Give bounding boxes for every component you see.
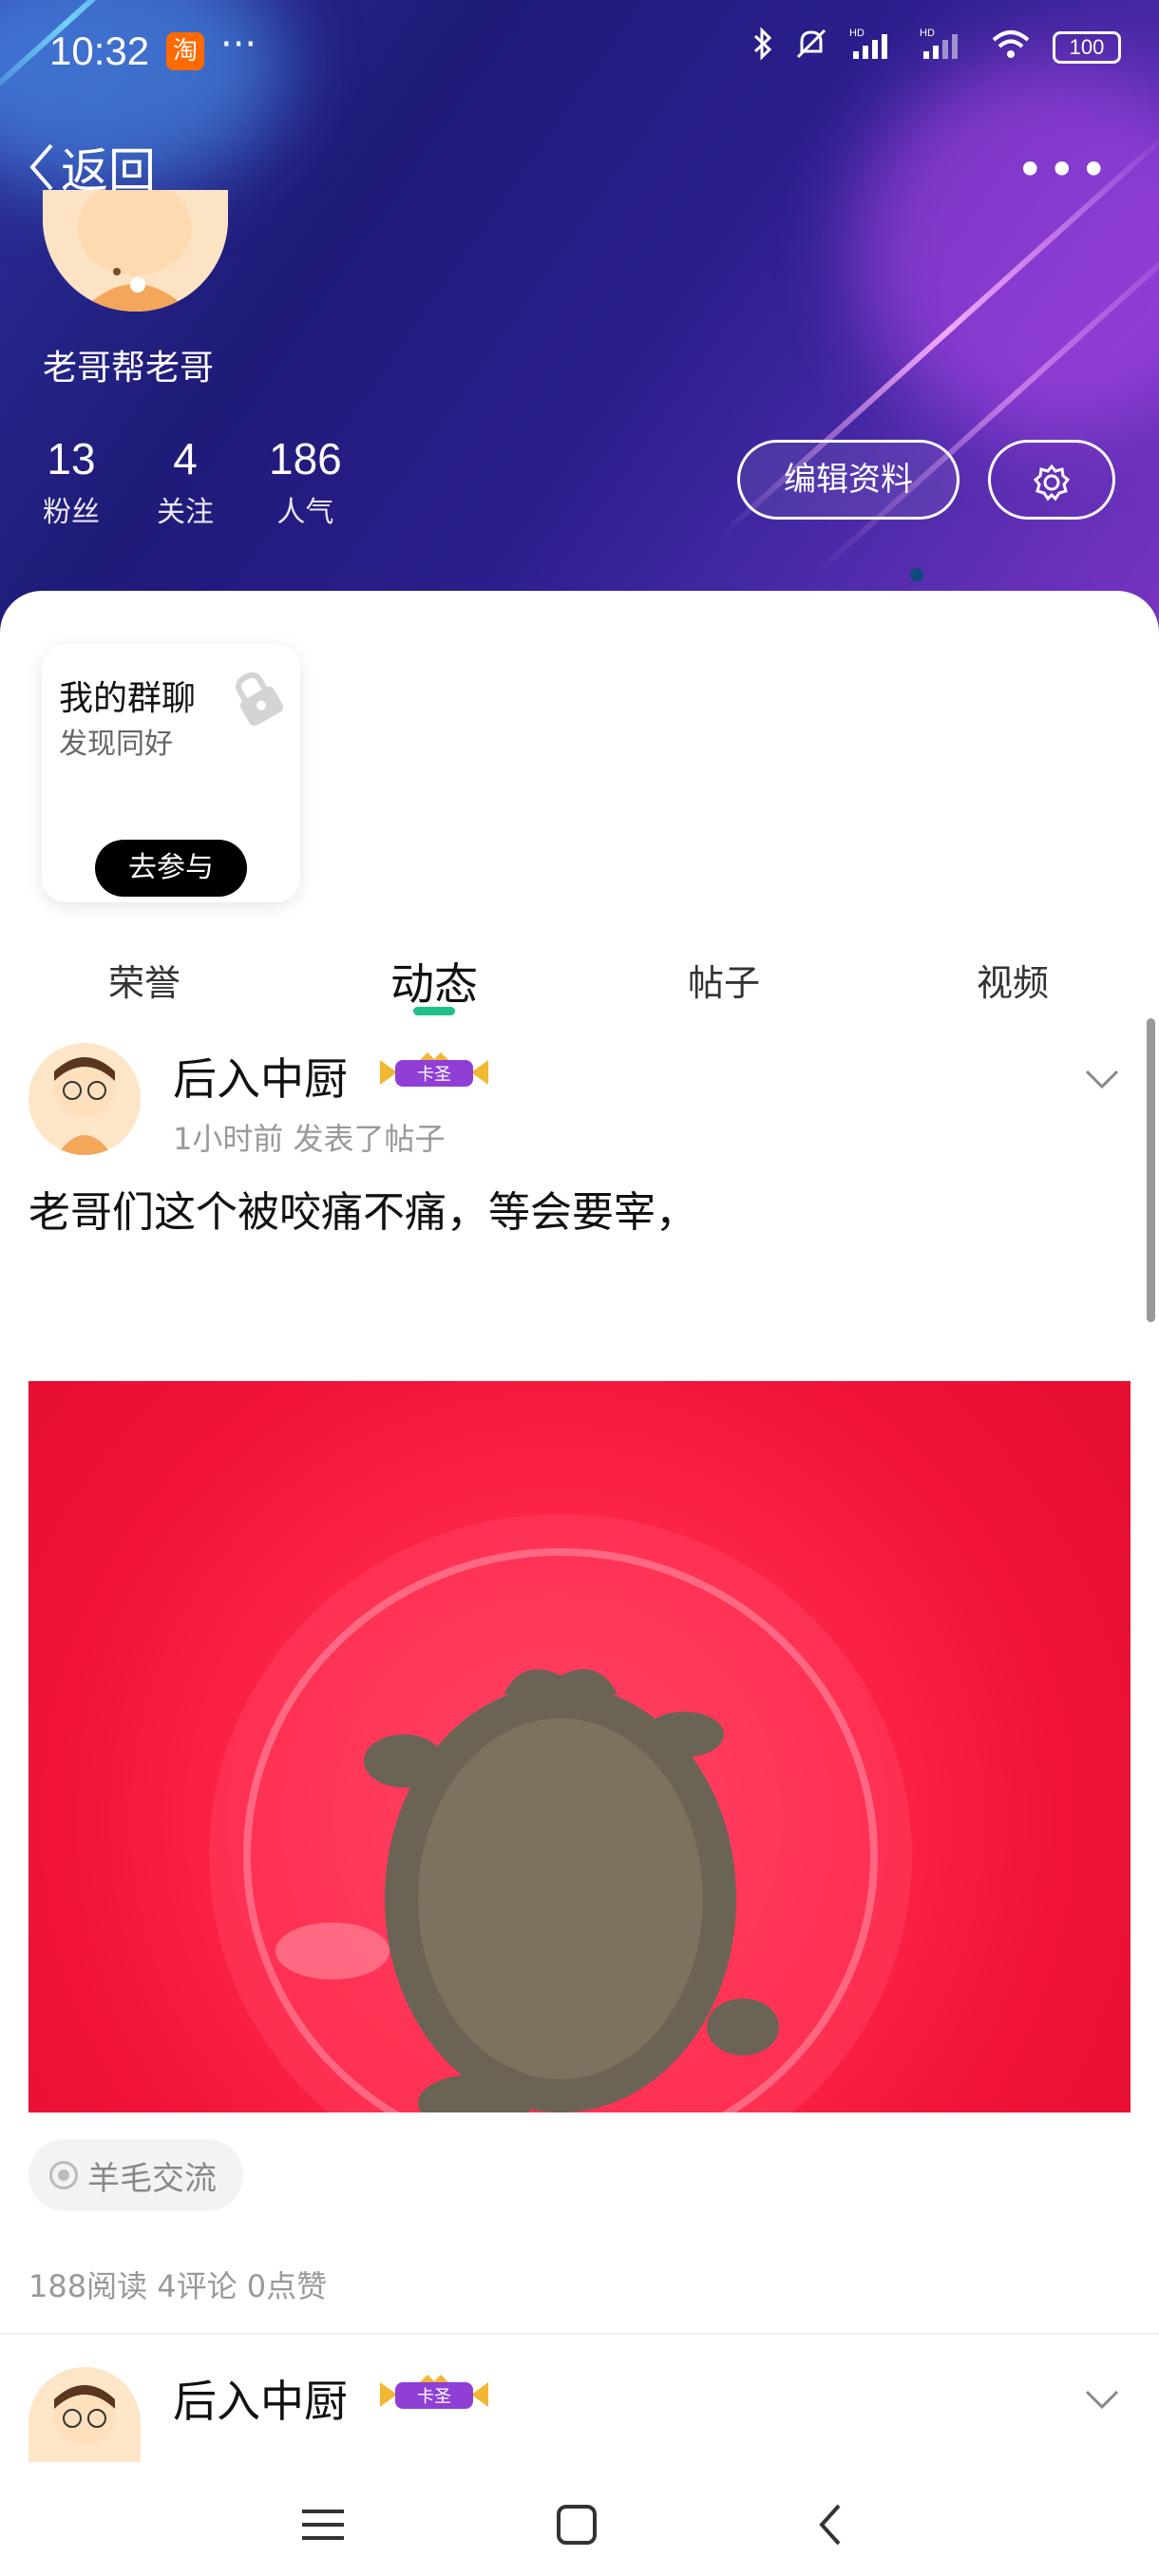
header-glow <box>855 57 1159 437</box>
post-stats: 188阅读 4评论 0点赞 <box>28 2268 328 2304</box>
home-icon[interactable] <box>539 2489 615 2555</box>
post-author-avatar[interactable] <box>28 2367 141 2462</box>
crown-badge-icon: 卡圣 <box>372 1051 496 1094</box>
system-nav-bar <box>0 2470 1159 2576</box>
tab-feed[interactable]: 动态 <box>339 950 529 1013</box>
topic-label: 羊毛交流 <box>87 2159 217 2198</box>
gear-icon <box>1033 464 1071 501</box>
profile-username: 老哥帮老哥 <box>43 349 215 388</box>
settings-button[interactable] <box>988 440 1115 520</box>
post-meta: 1小时前 发表了帖子 <box>173 1121 446 1157</box>
menu-icon[interactable] <box>285 2489 361 2555</box>
stat-label: 粉丝 <box>43 496 100 529</box>
stat-fans[interactable]: 13 粉丝 <box>43 433 100 530</box>
signal-hd-icon: HD <box>920 27 969 68</box>
post-author-avatar[interactable] <box>28 1043 141 1155</box>
group-chat-card[interactable]: 我的群聊 发现同好 去参与 <box>42 644 300 902</box>
profile-header: 10:32 淘 ··· HD HD 100 返回 ••• 老哥帮老哥 13 粉丝… <box>0 0 1159 646</box>
stat-label: 人气 <box>276 496 334 529</box>
stat-value: 13 <box>47 434 96 483</box>
post-image[interactable] <box>28 1381 1130 2112</box>
tab-videos[interactable]: 视频 <box>918 954 1108 1006</box>
status-icons: HD HD 100 <box>752 27 1121 68</box>
edit-profile-button[interactable]: 编辑资料 <box>737 440 960 520</box>
header-dot <box>910 568 923 581</box>
profile-tabs: 荣誉 动态 帖子 视频 <box>0 935 1159 1030</box>
tab-honor[interactable]: 荣誉 <box>49 954 239 1006</box>
profile-avatar[interactable] <box>43 190 228 312</box>
signal-hd-icon: HD <box>849 27 899 68</box>
taobao-icon: 淘 <box>166 32 204 70</box>
join-group-button[interactable]: 去参与 <box>95 840 247 897</box>
badge-label: 卡圣 <box>417 1065 451 1085</box>
status-bar: 10:32 淘 ··· HD HD 100 <box>0 0 1159 104</box>
tab-posts[interactable]: 帖子 <box>629 954 819 1006</box>
profile-content: 我的群聊 发现同好 去参与 荣誉 动态 帖子 视频 后入中厨 卡圣 1小时前 发… <box>0 591 1159 2576</box>
mute-icon <box>794 27 828 68</box>
post-author-name[interactable]: 后入中厨 <box>173 1045 348 1108</box>
status-time: 10:32 <box>49 28 150 73</box>
more-icon[interactable]: ••• <box>1016 142 1112 198</box>
chevron-down-icon[interactable] <box>1083 2377 1121 2420</box>
badge-label: 卡圣 <box>417 2387 451 2407</box>
battery-icon: 100 <box>1053 31 1121 64</box>
stat-value: 186 <box>269 434 342 483</box>
svg-text:HD: HD <box>849 28 864 39</box>
crown-badge-icon: 卡圣 <box>372 2373 496 2416</box>
lock-icon <box>230 669 284 737</box>
chevron-down-icon[interactable] <box>1083 1056 1121 1100</box>
group-card-subtitle: 发现同好 <box>59 728 173 761</box>
chevron-left-icon <box>29 143 53 191</box>
topic-icon <box>49 2161 78 2189</box>
status-more-dots: ··· <box>220 23 257 66</box>
svg-text:HD: HD <box>920 28 935 39</box>
stat-following[interactable]: 4 关注 <box>157 433 214 530</box>
stat-popularity[interactable]: 186 人气 <box>269 433 342 530</box>
group-card-title: 我的群聊 <box>59 679 197 718</box>
stat-value: 4 <box>173 434 198 483</box>
post-divider <box>0 2333 1159 2335</box>
bluetooth-icon <box>752 27 773 68</box>
wifi-icon <box>990 27 1032 68</box>
tab-indicator <box>413 1007 455 1015</box>
scrollbar[interactable] <box>1147 1018 1155 1322</box>
stat-label: 关注 <box>157 496 214 529</box>
post-text[interactable]: 老哥们这个被咬痛不痛，等会要宰， <box>28 1178 697 1239</box>
topic-tag[interactable]: 羊毛交流 <box>28 2139 243 2211</box>
post-author-name[interactable]: 后入中厨 <box>173 2367 348 2430</box>
back-icon[interactable] <box>792 2489 868 2555</box>
